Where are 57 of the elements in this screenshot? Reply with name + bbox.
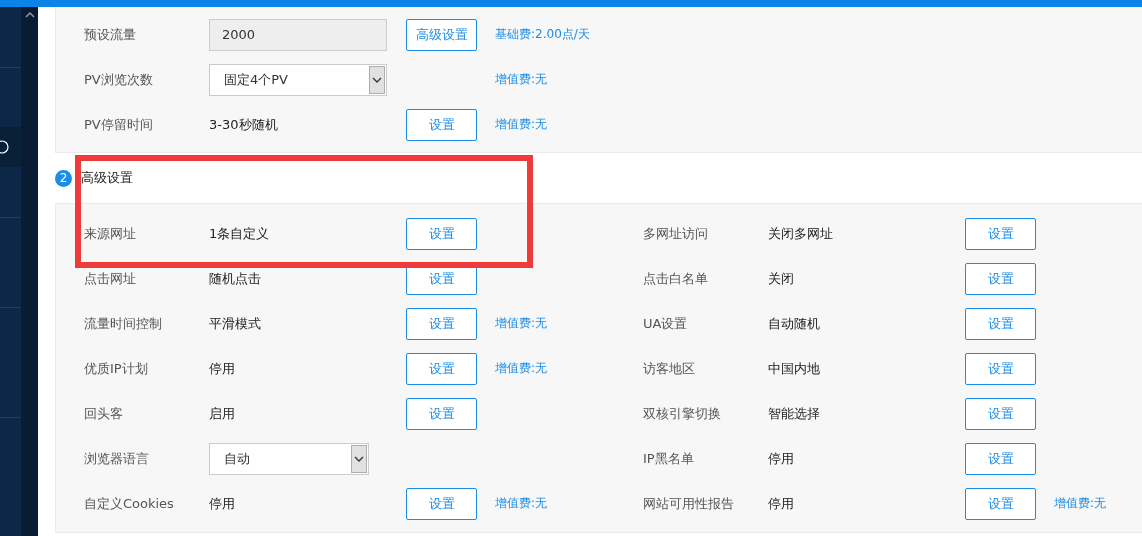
fee-text: 基础费:2.00点/天 <box>495 27 590 41</box>
field-label: 网站可用性报告 <box>643 494 734 513</box>
field-value: 停用 <box>209 360 235 376</box>
field-value: 关闭多网址 <box>768 225 833 241</box>
field-label: 预设流量 <box>84 25 136 44</box>
field-value: 启用 <box>209 405 235 421</box>
field-label: 流量时间控制 <box>84 314 162 333</box>
field-label: 双核引擎切换 <box>643 404 721 423</box>
settings-button[interactable]: 设置 <box>965 397 1036 430</box>
settings-button[interactable]: 设置 <box>965 262 1036 295</box>
field-label: PV停留时间 <box>84 115 153 134</box>
fee-text: 增值费:无 <box>495 72 548 86</box>
field-value: 3-30秒随机 <box>209 116 278 132</box>
field-label: 来源网址 <box>84 224 136 243</box>
fee-text: 增值费:无 <box>495 496 548 510</box>
settings-button[interactable]: 设置 <box>965 307 1036 340</box>
settings-button[interactable]: 设置 <box>965 217 1036 250</box>
settings-button[interactable]: 设置 <box>406 217 477 250</box>
field-label: PV浏览次数 <box>84 70 153 89</box>
field-value: 1条自定义 <box>209 225 270 241</box>
settings-button[interactable]: 高级设置 <box>406 18 477 51</box>
settings-button[interactable]: 设置 <box>406 108 477 141</box>
field-label: 点击网址 <box>84 269 136 288</box>
traffic-input[interactable]: 2000 <box>209 18 387 51</box>
settings-button[interactable]: 设置 <box>406 487 477 520</box>
field-label: 回头客 <box>84 404 123 423</box>
settings-button[interactable]: 设置 <box>406 352 477 385</box>
fee-text: 增值费:无 <box>495 316 548 330</box>
field-value: 智能选择 <box>768 405 820 421</box>
settings-button[interactable]: 设置 <box>965 442 1036 475</box>
field-value: 停用 <box>768 450 794 466</box>
field-value: 中国内地 <box>768 360 820 376</box>
settings-button[interactable]: 设置 <box>406 397 477 430</box>
field-value: 随机点击 <box>209 270 261 286</box>
field-label: 访客地区 <box>643 359 695 378</box>
fee-text: 增值费:无 <box>495 117 548 131</box>
field-label: 优质IP计划 <box>84 359 148 378</box>
dropdown[interactable]: 固定4个PV <box>209 63 387 96</box>
field-value: 自动随机 <box>768 315 820 331</box>
field-label: 自定义Cookies <box>84 494 174 513</box>
field-value: 关闭 <box>768 270 794 286</box>
field-label: 多网址访问 <box>643 224 708 243</box>
settings-button[interactable]: 设置 <box>965 487 1036 520</box>
field-value: 停用 <box>768 495 794 511</box>
fee-text: 增值费:无 <box>495 361 548 375</box>
field-value: 平滑模式 <box>209 315 261 331</box>
fee-text: 增值费:无 <box>1054 496 1107 510</box>
field-label: 浏览器语言 <box>84 449 149 468</box>
settings-button[interactable]: 设置 <box>406 307 477 340</box>
field-value: 停用 <box>209 495 235 511</box>
settings-button[interactable]: 设置 <box>965 352 1036 385</box>
dropdown[interactable]: 自动 <box>209 442 369 475</box>
section-title: 高级设置 <box>81 169 133 187</box>
step-number: 2 <box>55 169 72 187</box>
field-label: UA设置 <box>643 314 688 333</box>
field-label: IP黑名单 <box>643 449 694 468</box>
field-label: 点击白名单 <box>643 269 708 288</box>
